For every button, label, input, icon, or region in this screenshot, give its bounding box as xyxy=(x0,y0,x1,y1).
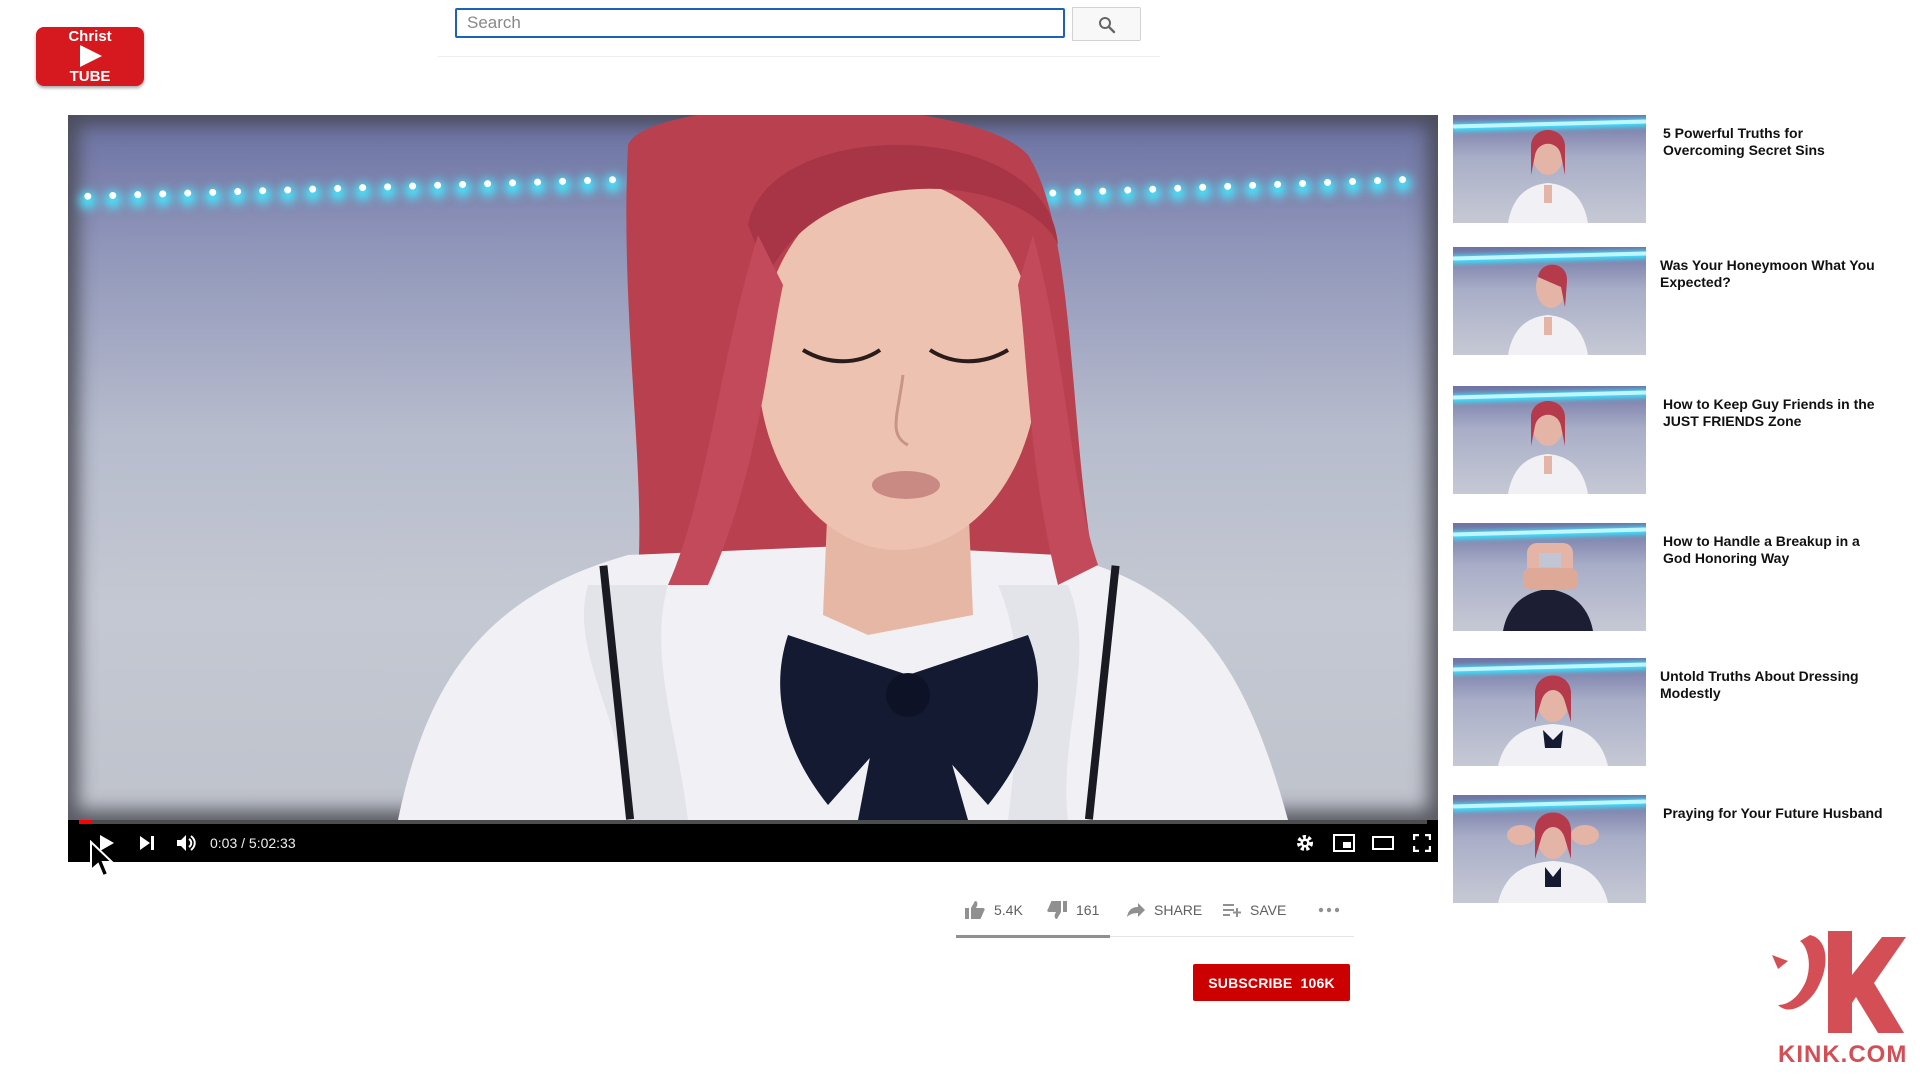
thumbs-down-icon xyxy=(1047,901,1067,919)
video-player[interactable]: 0:03 / 5:02:33 xyxy=(68,115,1438,862)
recommended-video-title[interactable]: Was Your Honeymoon What You Expected? xyxy=(1660,257,1885,291)
fullscreen-button[interactable] xyxy=(1407,824,1437,862)
search-button[interactable] xyxy=(1072,7,1141,41)
total-time: 5:02:33 xyxy=(248,835,296,851)
share-arrow-icon xyxy=(1127,903,1145,917)
theater-icon xyxy=(1372,836,1394,850)
more-actions-button[interactable] xyxy=(1318,890,1340,930)
share-button[interactable]: SHARE xyxy=(1126,890,1202,930)
dislike-count: 161 xyxy=(1076,902,1100,918)
kink-watermark: KINK.COM xyxy=(1770,925,1910,1070)
volume-icon xyxy=(177,835,196,851)
logo-text-bottom: TUBE xyxy=(69,68,111,85)
subscribe-button[interactable]: SUBSCRIBE 106K xyxy=(1193,964,1350,1001)
recommended-video[interactable]: Untold Truths About Dressing Modestly xyxy=(1453,658,1893,768)
video-thumbnail[interactable] xyxy=(1453,247,1646,355)
sentiment-bar xyxy=(956,935,1110,938)
kink-logo-icon xyxy=(1772,931,1906,1033)
thumbs-up-icon xyxy=(965,901,985,919)
fullscreen-icon xyxy=(1413,834,1431,852)
share-label: SHARE xyxy=(1154,902,1203,918)
search-input[interactable] xyxy=(455,8,1065,38)
recommended-video[interactable]: 5 Powerful Truths for Overcoming Secret … xyxy=(1453,115,1893,225)
subscribe-label: SUBSCRIBE xyxy=(1208,974,1293,991)
video-thumbnail[interactable] xyxy=(1453,523,1646,631)
presenter-figure xyxy=(398,115,1288,820)
like-button[interactable]: 5.4K xyxy=(964,890,1023,930)
recommended-video-title[interactable]: Praying for Your Future Husband xyxy=(1663,805,1888,822)
video-thumbnail[interactable] xyxy=(1453,795,1646,903)
save-label: SAVE xyxy=(1250,902,1287,918)
logo-text-top: Christ xyxy=(68,28,112,45)
gear-icon xyxy=(1297,835,1313,851)
like-count: 5.4K xyxy=(994,902,1023,918)
player-controls: 0:03 / 5:02:33 xyxy=(68,824,1438,862)
miniplayer-icon xyxy=(1333,834,1355,852)
watermark-text: KINK.COM xyxy=(1778,1041,1908,1068)
video-actions: 5.4K 161 SHARE SAVE xyxy=(956,890,1354,938)
video-thumbnail[interactable] xyxy=(1453,386,1646,494)
recommended-video[interactable]: Praying for Your Future Husband xyxy=(1453,795,1893,905)
theater-mode-button[interactable] xyxy=(1368,824,1398,862)
save-button[interactable]: SAVE xyxy=(1222,890,1286,930)
volume-button[interactable] xyxy=(172,824,202,862)
skip-next-icon xyxy=(140,836,154,850)
recommended-video-title[interactable]: 5 Powerful Truths for Overcoming Secret … xyxy=(1663,125,1888,159)
current-time: 0:03 xyxy=(210,835,238,851)
search-icon xyxy=(1099,17,1116,34)
settings-button[interactable] xyxy=(1290,824,1320,862)
recommended-video[interactable]: How to Keep Guy Friends in the JUST FRIE… xyxy=(1453,386,1893,496)
time-display: 0:03 / 5:02:33 xyxy=(210,824,296,862)
dislike-button[interactable]: 161 xyxy=(1046,890,1099,930)
playlist-add-icon xyxy=(1223,904,1241,917)
recommended-video-title[interactable]: Untold Truths About Dressing Modestly xyxy=(1660,668,1885,702)
recommended-video-title[interactable]: How to Keep Guy Friends in the JUST FRIE… xyxy=(1663,396,1888,430)
search-bar xyxy=(438,0,1160,57)
mouse-cursor-icon xyxy=(90,840,115,878)
video-frame[interactable] xyxy=(68,115,1438,820)
christtube-logo[interactable]: Christ TUBE xyxy=(36,27,144,86)
video-thumbnail[interactable] xyxy=(1453,658,1646,766)
miniplayer-button[interactable] xyxy=(1329,824,1359,862)
video-thumbnail[interactable] xyxy=(1453,115,1646,223)
next-button[interactable] xyxy=(132,824,162,862)
subscriber-count: 106K xyxy=(1300,974,1335,991)
time-separator: / xyxy=(241,835,246,851)
recommended-video[interactable]: Was Your Honeymoon What You Expected? xyxy=(1453,247,1893,357)
recommended-video-title[interactable]: How to Handle a Breakup in a God Honorin… xyxy=(1663,533,1888,567)
logo-play-icon xyxy=(80,45,102,67)
more-horiz-icon xyxy=(1318,907,1340,913)
recommended-video[interactable]: How to Handle a Breakup in a God Honorin… xyxy=(1453,523,1893,633)
